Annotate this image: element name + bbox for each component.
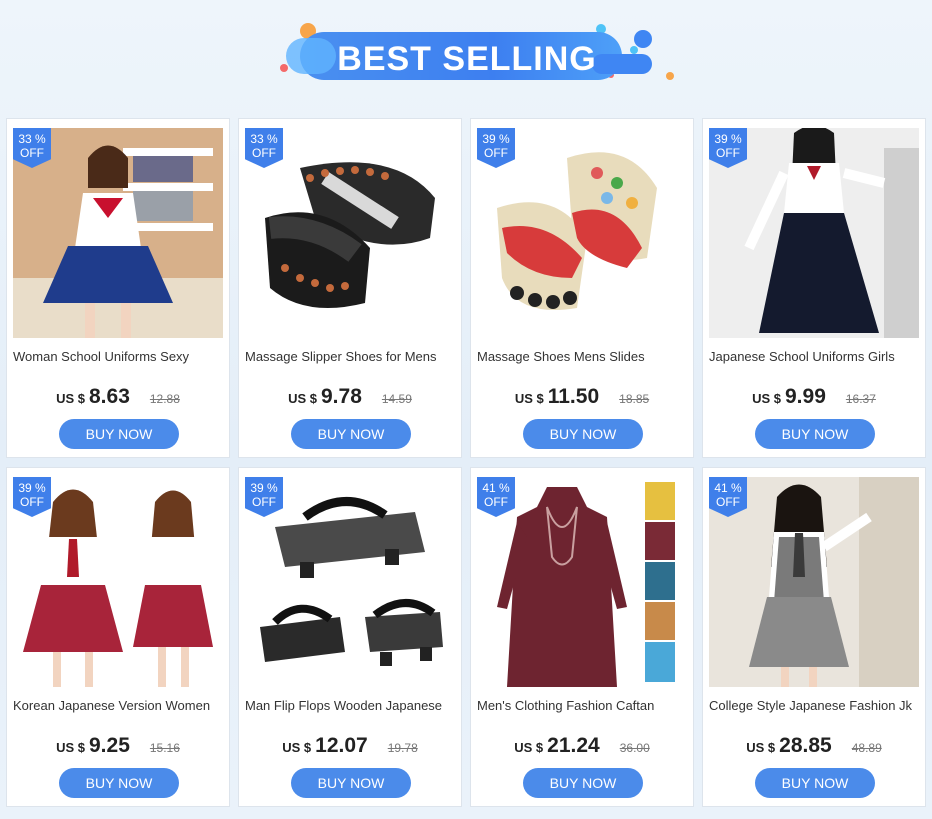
page-title: BEST SELLING bbox=[337, 40, 597, 78]
price-row: US $21.24 36.00 bbox=[471, 734, 693, 758]
product-title[interactable]: Men's Clothing Fashion Caftan bbox=[477, 698, 689, 713]
price-row: US $ 9.25 15.16 bbox=[7, 734, 229, 758]
sale-price: 28.85 bbox=[779, 734, 832, 757]
product-card[interactable]: 33 % OFF Massage Slipper Shoes for Mens U… bbox=[238, 118, 462, 458]
product-title[interactable]: College Style Japanese Fashion Jk bbox=[709, 698, 921, 713]
product-title[interactable]: Woman School Uniforms Sexy bbox=[13, 349, 225, 364]
original-price: 36.00 bbox=[619, 741, 650, 755]
product-card[interactable]: 39 % OFF Japanese School Uniforms Girls U… bbox=[702, 118, 926, 458]
original-price: 12.88 bbox=[149, 392, 180, 406]
product-card[interactable]: 39 % OFF Massage Shoes Mens Slides US $11… bbox=[470, 118, 694, 458]
buy-now-button[interactable]: BUY NOW bbox=[59, 768, 179, 798]
currency: US $ bbox=[56, 740, 85, 755]
currency: US $ bbox=[288, 391, 317, 406]
sale-price: 9.78 bbox=[321, 385, 362, 408]
sale-price: 9.99 bbox=[785, 385, 826, 408]
sale-price: 8.63 bbox=[89, 385, 130, 408]
buy-now-button[interactable]: BUY NOW bbox=[291, 419, 411, 449]
product-card[interactable]: 39 % OFF Korean Japanese Version Women US… bbox=[6, 467, 230, 807]
currency: US $ bbox=[514, 391, 544, 406]
product-title[interactable]: Man Flip Flops Wooden Japanese bbox=[245, 698, 457, 713]
buy-now-button[interactable]: BUY NOW bbox=[523, 768, 643, 798]
price-row: US $28.85 48.89 bbox=[703, 734, 925, 758]
currency: US $ bbox=[56, 391, 85, 406]
price-row: US $ 9.99 16.37 bbox=[703, 385, 925, 409]
product-title[interactable]: Massage Shoes Mens Slides bbox=[477, 349, 689, 364]
product-title[interactable]: Japanese School Uniforms Girls bbox=[709, 349, 921, 364]
currency: US $ bbox=[282, 740, 312, 755]
price-row: US $12.07 19.78 bbox=[239, 734, 461, 758]
buy-now-button[interactable]: BUY NOW bbox=[755, 768, 875, 798]
product-title[interactable]: Korean Japanese Version Women bbox=[13, 698, 225, 713]
price-row: US $11.50 18.85 bbox=[471, 385, 693, 409]
currency: US $ bbox=[752, 391, 781, 406]
buy-now-button[interactable]: BUY NOW bbox=[523, 419, 643, 449]
product-card[interactable]: 39 % OFF Man Flip Flops Wooden Japanese U… bbox=[238, 467, 462, 807]
currency: US $ bbox=[514, 740, 544, 755]
buy-now-button[interactable]: BUY NOW bbox=[59, 419, 179, 449]
sale-price: 21.24 bbox=[547, 734, 600, 757]
product-card[interactable]: 41 % OFF College Style Japanese Fashion J… bbox=[702, 467, 926, 807]
product-card[interactable]: 33 % OFF Woman School Uniforms Sexy US $8… bbox=[6, 118, 230, 458]
currency: US $ bbox=[746, 740, 776, 755]
original-price: 48.89 bbox=[851, 741, 882, 755]
price-row: US $ 9.78 14.59 bbox=[239, 385, 461, 409]
decor-dot bbox=[666, 72, 674, 80]
original-price: 14.59 bbox=[381, 392, 412, 406]
price-row: US $ 8.63 12.88 bbox=[7, 385, 229, 409]
original-price: 18.85 bbox=[619, 392, 650, 406]
sale-price: 9.25 bbox=[89, 734, 130, 757]
sale-price: 11.50 bbox=[547, 385, 600, 408]
original-price: 15.16 bbox=[149, 741, 180, 755]
product-card[interactable]: 41 % OFF Men's Clothing Fashion Caftan US… bbox=[470, 467, 694, 807]
product-title[interactable]: Massage Slipper Shoes for Mens bbox=[245, 349, 457, 364]
buy-now-button[interactable]: BUY NOW bbox=[755, 419, 875, 449]
sale-price: 12.07 bbox=[315, 734, 368, 757]
buy-now-button[interactable]: BUY NOW bbox=[291, 768, 411, 798]
original-price: 16.37 bbox=[845, 392, 876, 406]
best-selling-banner: BEST SELLING bbox=[278, 20, 678, 90]
original-price: 19.78 bbox=[387, 741, 418, 755]
